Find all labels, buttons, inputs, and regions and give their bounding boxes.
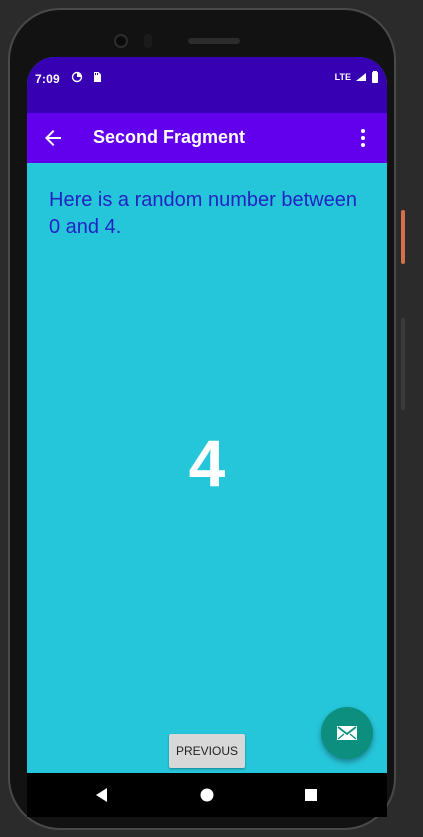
page-title: Second Fragment: [93, 127, 246, 147]
nav-home-icon[interactable]: [197, 785, 217, 805]
volume-key: [401, 318, 405, 410]
nav-back-icon[interactable]: [92, 785, 112, 805]
mail-fab[interactable]: [321, 707, 373, 759]
sync-icon: [71, 71, 83, 83]
battery-icon: [372, 71, 378, 83]
random-number-value: 4: [188, 426, 226, 500]
previous-button[interactable]: PREVIOUS: [169, 734, 245, 768]
overflow-menu-icon[interactable]: [351, 126, 375, 150]
random-number-message: Here is a random number between 0 and 4.: [49, 189, 357, 238]
status-bar: 7:09 LTE: [27, 57, 387, 113]
signal-icon: [356, 73, 366, 81]
sd-card-icon: [94, 72, 101, 82]
back-arrow-icon[interactable]: [41, 126, 65, 150]
nav-recent-icon[interactable]: [301, 785, 321, 805]
network-label: LTE: [334, 72, 351, 82]
front-camera: [114, 34, 128, 48]
mail-icon: [337, 726, 357, 740]
power-key: [401, 210, 405, 264]
phone-screen: 7:09 LTE Second Fragment Here is a rando…: [27, 57, 387, 817]
system-navigation-bar: [27, 773, 387, 817]
speaker: [188, 38, 240, 44]
app-bar: Second Fragment: [27, 113, 387, 163]
status-time: 7:09: [35, 72, 60, 86]
sensor: [144, 34, 152, 48]
status-indicators: LTE: [335, 71, 379, 83]
fragment-content: Here is a random number between 0 and 4.…: [27, 163, 387, 773]
